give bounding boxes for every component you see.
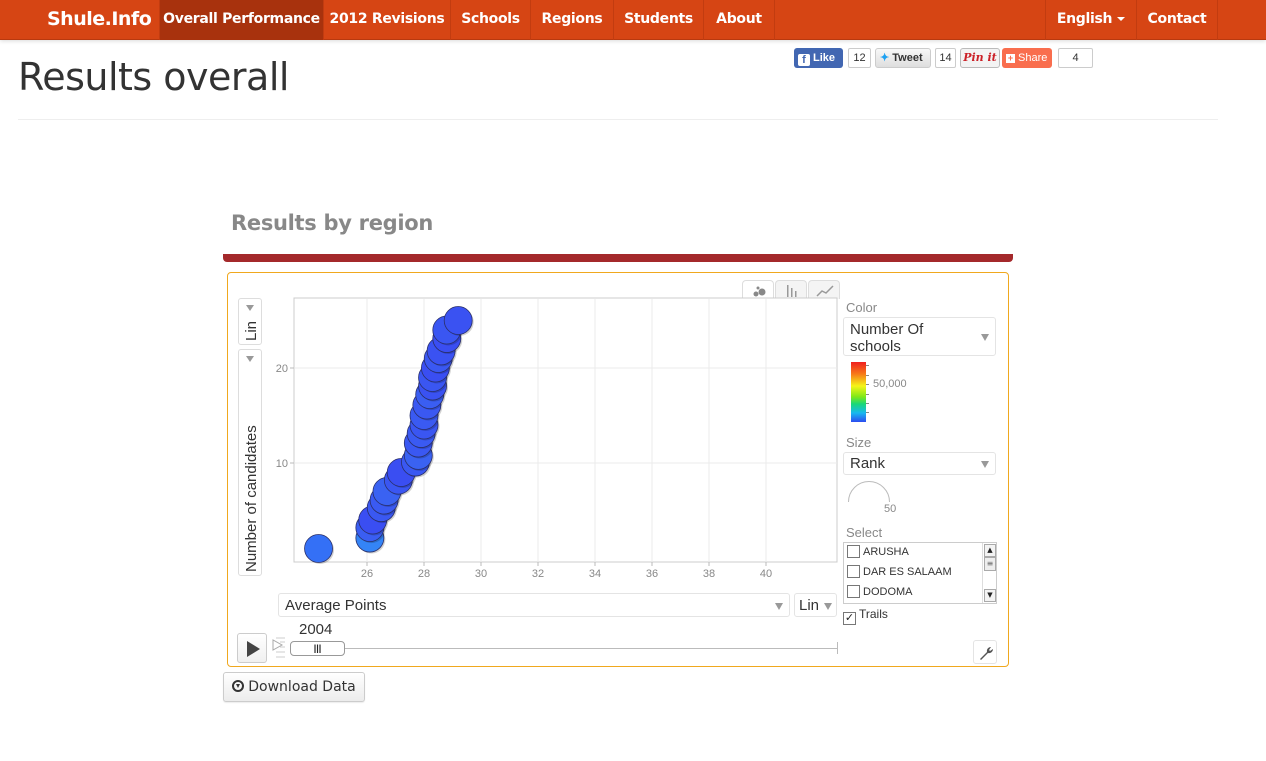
trails-checkbox[interactable]: ✓ bbox=[843, 612, 856, 625]
y-axis-label: Number of candidates bbox=[243, 425, 260, 572]
select-item-label: ARUSHA bbox=[863, 546, 909, 558]
play-button[interactable] bbox=[237, 633, 267, 663]
triangle-down-icon bbox=[775, 603, 783, 610]
facebook-icon: f bbox=[798, 54, 810, 66]
x-tick-label: 26 bbox=[361, 568, 373, 580]
size-metric-label: Rank bbox=[850, 455, 886, 472]
region-select-list: ARUSHA DAR ES SALAAM DODOMA ▲ ≡ ▼ bbox=[843, 542, 997, 604]
color-metric-dropdown[interactable]: Number Of schools bbox=[843, 317, 996, 356]
y-scale-label: Lin bbox=[243, 320, 260, 341]
x-tick-label: 32 bbox=[532, 568, 544, 580]
x-tick-label: 36 bbox=[646, 568, 658, 580]
tweet-label: Tweet bbox=[892, 52, 923, 64]
plus-icon: + bbox=[1006, 53, 1015, 63]
triangle-down-icon bbox=[981, 334, 989, 341]
time-slider-end bbox=[837, 642, 838, 654]
top-navbar: Shule.Info Overall Performance 2012 Revi… bbox=[0, 0, 1266, 40]
download-icon bbox=[232, 680, 245, 692]
like-count: 12 bbox=[848, 48, 871, 68]
checkbox[interactable] bbox=[847, 565, 860, 578]
brand-logo[interactable]: Shule.Info bbox=[47, 0, 152, 38]
section-accent-bar bbox=[223, 254, 1013, 262]
x-metric-dropdown[interactable]: Average Points bbox=[278, 593, 790, 617]
select-item-dodoma[interactable]: DODOMA bbox=[847, 583, 913, 603]
y-metric-dropdown[interactable]: Number of candidates bbox=[238, 349, 262, 576]
wrench-icon bbox=[980, 646, 994, 660]
scroll-thumb[interactable]: ≡ bbox=[984, 557, 996, 571]
x-scale-label: Lin bbox=[799, 597, 820, 614]
play-icon bbox=[247, 641, 260, 657]
size-metric-dropdown[interactable]: Rank bbox=[843, 452, 996, 475]
x-tick-label: 28 bbox=[418, 568, 430, 580]
tweet-count: 14 bbox=[935, 48, 956, 68]
checkbox[interactable] bbox=[847, 545, 860, 558]
settings-button[interactable] bbox=[973, 640, 997, 664]
color-scale-legend bbox=[851, 362, 866, 422]
x-axis-label: Average Points bbox=[285, 597, 387, 614]
page-title: Results overall bbox=[18, 55, 289, 99]
tweet-button[interactable]: ✦ Tweet bbox=[875, 48, 931, 68]
pinterest-pin-button[interactable]: Pin it bbox=[960, 48, 1000, 68]
select-item-label: DODOMA bbox=[863, 586, 913, 598]
time-slider-track[interactable] bbox=[290, 648, 838, 649]
title-divider bbox=[18, 119, 1218, 120]
x-tick-label: 40 bbox=[760, 568, 772, 580]
nav-contact[interactable]: Contact bbox=[1136, 0, 1218, 40]
y-tick-label: 10 bbox=[276, 458, 288, 470]
current-year: 2004 bbox=[299, 621, 333, 638]
trails-label: Trails bbox=[859, 607, 888, 621]
x-scale-dropdown[interactable]: Lin bbox=[794, 593, 837, 617]
scroll-up-arrow-icon[interactable]: ▲ bbox=[984, 544, 996, 557]
select-label: Select bbox=[846, 525, 883, 540]
y-tick-label: 20 bbox=[276, 363, 288, 375]
data-bubble[interactable] bbox=[443, 306, 473, 335]
caret-down-icon bbox=[1117, 17, 1126, 21]
checkbox[interactable] bbox=[847, 585, 860, 598]
section-title: Results by region bbox=[231, 211, 434, 235]
x-tick-label: 38 bbox=[703, 568, 715, 580]
twitter-bird-icon: ✦ bbox=[880, 52, 890, 64]
share-button[interactable]: + Share bbox=[1002, 48, 1052, 68]
nav-regions[interactable]: Regions bbox=[530, 0, 613, 40]
data-bubble[interactable] bbox=[304, 534, 333, 563]
language-label: English bbox=[1056, 11, 1113, 27]
triangle-down-icon bbox=[246, 305, 254, 311]
language-dropdown[interactable]: English bbox=[1045, 0, 1136, 40]
triangle-down-icon bbox=[824, 603, 832, 610]
triangle-down-icon bbox=[981, 461, 989, 468]
color-metric-label: Number Of schools bbox=[850, 321, 924, 355]
like-label: Like bbox=[813, 52, 836, 64]
share-label: Share bbox=[1018, 52, 1048, 64]
bubble-chart[interactable]: 26 28 30 32 34 36 38 40 10 20 bbox=[260, 290, 840, 585]
share-count: 4 bbox=[1058, 48, 1093, 68]
size-scale-label: 50 bbox=[884, 503, 897, 515]
nav-about[interactable]: About bbox=[703, 0, 775, 40]
triangle-down-icon bbox=[246, 356, 254, 362]
select-item-dar-es-salaam[interactable]: DAR ES SALAAM bbox=[847, 563, 952, 583]
x-tick-label: 34 bbox=[589, 568, 601, 580]
select-item-arusha[interactable]: ARUSHA bbox=[847, 543, 909, 563]
size-label: Size bbox=[846, 435, 872, 450]
download-data-button[interactable]: Download Data bbox=[223, 672, 365, 702]
select-scrollbar[interactable]: ▲ ≡ ▼ bbox=[982, 543, 996, 603]
color-scale-ticks bbox=[866, 362, 869, 422]
scroll-down-arrow-icon[interactable]: ▼ bbox=[984, 589, 996, 602]
select-item-label: DAR ES SALAAM bbox=[863, 566, 952, 578]
nav-schools[interactable]: Schools bbox=[450, 0, 530, 40]
facebook-like-button[interactable]: f Like bbox=[794, 48, 843, 68]
time-slider-thumb[interactable]: ||| bbox=[290, 641, 345, 656]
color-scale-label: 50,000 bbox=[873, 378, 907, 390]
color-label: Color bbox=[846, 300, 878, 315]
download-label: Download Data bbox=[248, 679, 356, 695]
x-tick-label: 30 bbox=[475, 568, 487, 580]
y-scale-dropdown[interactable]: Lin bbox=[238, 298, 262, 345]
speed-control-icon[interactable] bbox=[272, 637, 286, 659]
nav-students[interactable]: Students bbox=[613, 0, 703, 40]
nav-overall-performance[interactable]: Overall Performance bbox=[159, 0, 323, 40]
nav-2012-revisions[interactable]: 2012 Revisions bbox=[323, 0, 450, 40]
trails-toggle[interactable]: ✓ Trails bbox=[843, 607, 888, 625]
